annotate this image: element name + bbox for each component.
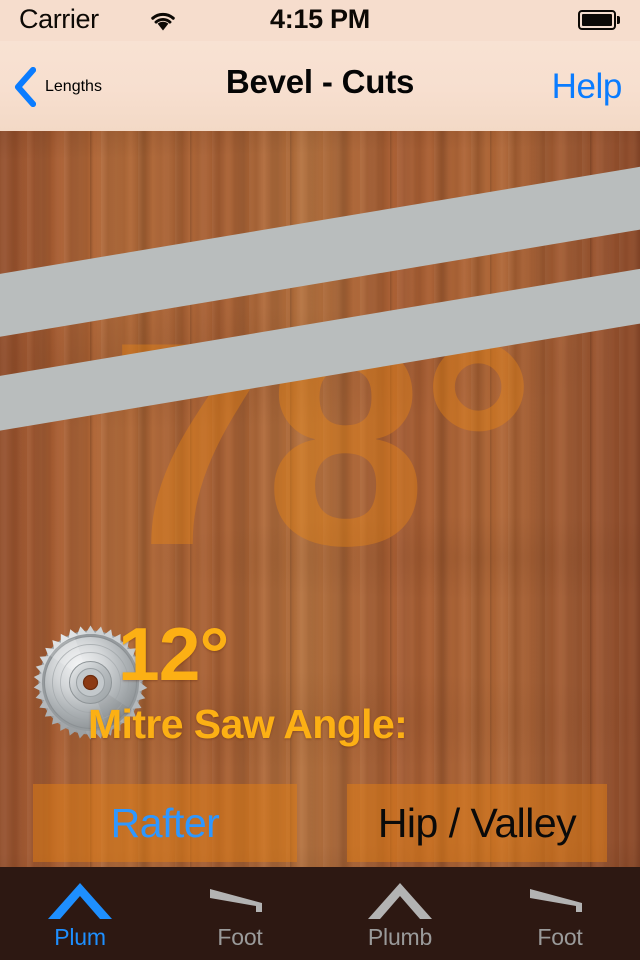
tab-plum-label: Plum	[54, 924, 106, 950]
rafter-button[interactable]: Rafter	[33, 784, 297, 862]
hip-valley-button-label: Hip / Valley	[377, 799, 577, 846]
mitre-angle-group: 12° Mitre Saw Angle:	[0, 617, 640, 755]
tab-plumb-label: Plumb	[367, 924, 433, 950]
tab-plum[interactable]: Plum	[0, 867, 160, 960]
hip-valley-button[interactable]: Hip / Valley	[347, 784, 607, 862]
page-title: Bevel - Cuts	[225, 63, 415, 100]
tab-foot-1[interactable]: Foot	[160, 867, 320, 960]
battery-full-icon	[578, 10, 624, 32]
status-bar: Carrier 4:15 PM	[0, 0, 640, 41]
tab-foot-1-label: Foot	[217, 924, 263, 950]
tab-foot-2[interactable]: Foot	[480, 867, 640, 960]
tab-bar: Plum Foot Plumb Foot	[0, 867, 640, 960]
help-button[interactable]: Help	[552, 61, 623, 113]
birdsmouth-icon	[210, 889, 262, 912]
birdsmouth-icon	[530, 889, 582, 912]
clock-label: 4:15 PM	[270, 4, 370, 34]
roof-peak-icon	[368, 883, 432, 919]
cut-type-button-row: Rafter Hip / Valley	[0, 784, 640, 862]
app-screen: Carrier 4:15 PM Lengths Bevel - Cuts Hel…	[0, 0, 640, 960]
mitre-angle-label: Mitre Saw Angle:	[88, 701, 408, 747]
tab-foot-2-label: Foot	[537, 924, 583, 950]
navigation-bar: Lengths Bevel - Cuts Help	[0, 41, 640, 131]
rafter-button-label: Rafter	[110, 799, 220, 846]
tab-plumb[interactable]: Plumb	[320, 867, 480, 960]
mitre-angle-value: 12°	[118, 612, 229, 696]
main-content: 78° 12° Mitre Saw Angle: Rafter Hip / Va…	[0, 131, 640, 867]
roof-peak-icon	[48, 883, 112, 919]
